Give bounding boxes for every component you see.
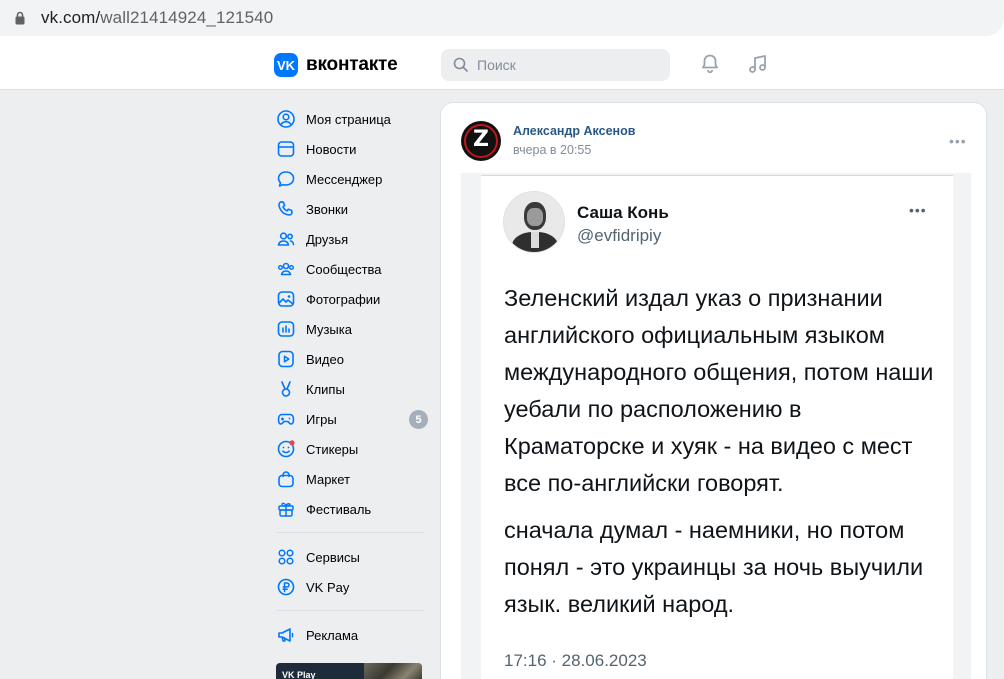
services-grid-icon [278,549,294,565]
sidebar-item-festival[interactable]: Фестиваль [276,494,428,524]
vk-logo[interactable]: VK вконтакте [274,53,398,77]
sidebar-item-label: Игры [306,411,337,427]
sidebar-item-label: Друзья [306,231,349,247]
ruble-icon [277,578,295,596]
tweet-author-handle: @evfidripiy [577,226,662,245]
url-text[interactable]: vk.com/wall21414924_121540 [41,8,273,28]
address-bar[interactable]: vk.com/wall21414924_121540 [0,0,1004,36]
sidebar-item-games[interactable]: Игры 5 [276,404,428,434]
friends-icon [277,232,295,246]
avatar-figure-face [527,208,543,226]
sidebar-item-news[interactable]: Новости [276,134,428,164]
post-attachment-image[interactable]: Саша Конь @evfidripiy ••• Зеленский изда… [461,173,971,679]
sidebar-divider [276,610,424,611]
sidebar-item-messenger[interactable]: Мессенджер [276,164,428,194]
sidebar-item-label: Сообщества [306,261,382,277]
sidebar-divider [276,532,424,533]
tweet-paragraph-1: Зеленский издал указ о признании английс… [504,285,934,496]
url-host: vk.com/ [41,8,101,27]
url-path: wall21414924_121540 [100,8,274,27]
search-icon [453,57,468,72]
sidebar-item-communities[interactable]: Сообщества [276,254,428,284]
sidebar-item-market[interactable]: Маркет [276,464,428,494]
music-note-icon[interactable] [746,52,770,76]
lock-icon[interactable] [15,11,25,25]
sidebar-item-friends[interactable]: Друзья [276,224,428,254]
sidebar-item-label: Фестиваль [306,501,372,517]
post-more-options-icon[interactable]: ••• [949,133,967,149]
browser-url-bar: vk.com/wall21414924_121540 [0,0,1004,38]
sidebar-item-vk-pay[interactable]: VK Pay [276,572,428,602]
sidebar-item-label: Реклама [306,627,359,643]
gamepad-icon [277,413,295,425]
video-icon [278,350,294,368]
music-icon [277,321,295,337]
sidebar-item-label: Стикеры [306,441,359,457]
sidebar-item-clips[interactable]: Клипы [276,374,428,404]
sidebar-item-label: Маркет [306,471,351,487]
sidebar-item-label: Фотографии [306,291,381,307]
sidebar-item-ads[interactable]: Реклама [276,620,428,650]
sidebar-item-label: Видео [306,351,344,367]
bell-icon[interactable] [698,52,722,76]
sidebar-item-stickers[interactable]: Стикеры [276,434,428,464]
gift-icon [278,502,294,517]
phone-icon [278,201,293,216]
vk-logo-icon: VK [274,53,298,77]
sidebar-item-label: Новости [306,141,357,157]
tweet-paragraph-2: сначала думал - наемники, но потом понял… [504,517,924,617]
sidebar-item-label: Моя страница [306,111,391,127]
sidebar-item-label: Клипы [306,381,345,397]
tweet-avatar [503,191,565,253]
sidebar-item-label: Музыка [306,321,352,337]
message-bubble-icon [277,171,295,187]
sidebar-item-photos[interactable]: Фотографии [276,284,428,314]
market-bag-icon [278,471,294,488]
communities-icon [278,262,294,276]
megaphone-icon [278,628,294,642]
newsfeed-icon [277,141,295,157]
author-avatar[interactable]: Z [461,121,501,161]
avatar-letter: Z [473,127,489,152]
tweet-date: 17:16 · 28.06.2023 [504,651,647,670]
promo-artwork [364,663,422,679]
search-input[interactable] [477,55,657,75]
sticker-icon [277,440,295,458]
tweet-author-name: Саша Конь [577,203,669,222]
sidebar-item-label: Звонки [306,201,348,217]
photo-icon [277,291,295,307]
clips-icon [281,381,291,397]
user-circle-icon [277,110,295,128]
tweet-screenshot: Саша Конь @evfidripiy ••• Зеленский изда… [481,175,953,679]
post-author-link[interactable]: Александр Аксенов [513,124,635,138]
tweet-text: Зеленский издал указ о признании английс… [504,280,944,623]
sidebar-item-services[interactable]: Сервисы [276,542,428,572]
logo-text: вконтакте [306,54,398,75]
promo-label: VK Play [282,670,316,679]
sidebar-item-my-page[interactable]: Моя страница [276,104,428,134]
post-timestamp[interactable]: вчера в 20:55 [513,143,591,157]
sidebar-item-video[interactable]: Видео [276,344,428,374]
sidebar-item-music[interactable]: Музыка [276,314,428,344]
sidebar-item-label: Сервисы [306,549,360,565]
games-count-badge: 5 [409,410,428,429]
vk-play-promo-banner[interactable]: VK Play [276,663,422,679]
sidebar-item-label: Мессенджер [306,171,383,187]
tweet-more-icon: ••• [909,202,927,218]
site-header: VK вконтакте [0,38,1004,90]
left-sidebar: Моя страница Новости Мессенджер Звонки Д… [276,104,428,650]
sidebar-item-calls[interactable]: Звонки [276,194,428,224]
search-box[interactable] [441,49,670,81]
sidebar-item-label: VK Pay [306,579,350,595]
wall-post: Z Александр Аксенов вчера в 20:55 ••• Са… [441,103,986,679]
avatar-figure-collar [531,232,539,248]
